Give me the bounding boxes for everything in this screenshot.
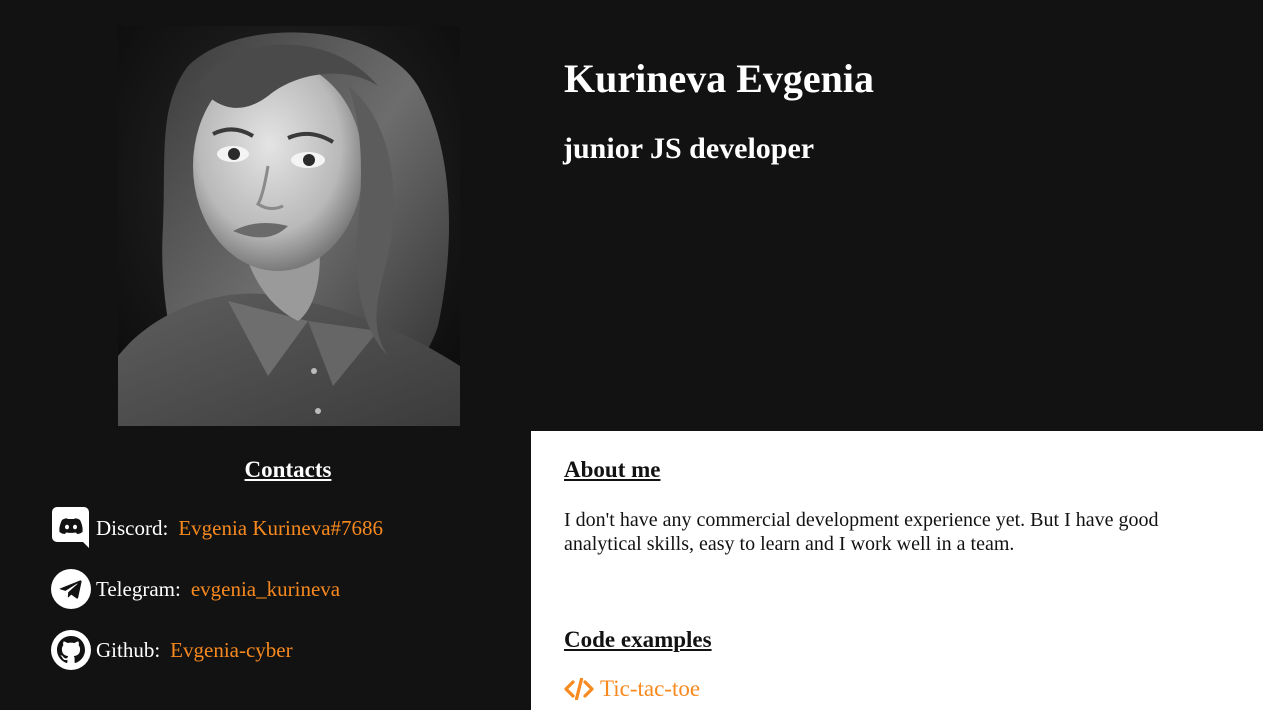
code-examples-title: Code examples [564,627,712,652]
profile-name: Kurineva Evgenia [564,56,875,101]
telegram-icon [50,568,92,610]
contacts-section: Contacts Discord: Evgenia Kurineva#7686 … [0,431,531,710]
contact-link-github[interactable]: Evgenia-cyber [170,638,292,663]
contact-label-github: Github: [96,637,161,662]
contacts-title: Contacts [244,457,332,482]
contact-label-discord: Discord: [96,515,169,540]
contact-link-discord[interactable]: Evgenia Kurineva#7686 [178,516,383,541]
contact-item-discord: Discord: Evgenia Kurineva#7686 [50,507,383,549]
contact-item-github: Github: Evgenia-cyber [50,629,293,671]
code-icon [564,678,594,700]
discord-icon [50,507,92,549]
profile-role: junior JS developer [563,132,815,165]
about-text: I don't have any commercial development … [564,509,1159,555]
github-icon [50,629,92,671]
contact-link-telegram[interactable]: evgenia_kurineva [191,577,340,602]
contact-label-telegram: Telegram: [96,576,181,601]
main-content-panel: About me I don't have any commercial dev… [531,431,1263,710]
about-title: About me [564,457,661,482]
code-example-link[interactable]: Tic-tac-toe [600,676,700,702]
portrait-photo-image [118,26,460,426]
contact-item-telegram: Telegram: evgenia_kurineva [50,568,340,610]
profile-photo [118,26,460,426]
code-example-item[interactable]: Tic-tac-toe [564,676,700,702]
